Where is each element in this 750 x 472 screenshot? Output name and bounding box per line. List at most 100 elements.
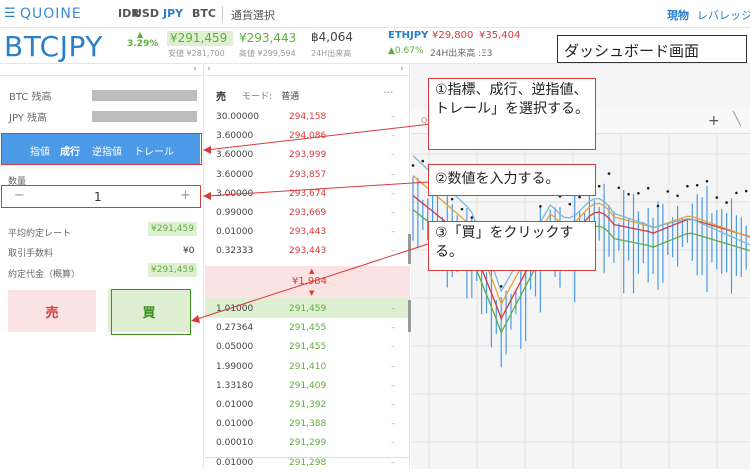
total-value: ¥291,459 — [148, 263, 197, 277]
order-quantity: 0.32333 — [216, 246, 254, 257]
order-row[interactable]: 1.99000 291,410 – — [205, 358, 410, 376]
currency-tab-jpy[interactable]: JPY — [163, 7, 183, 20]
order-depth: – — [391, 438, 396, 449]
highlight-order-tabs — [1, 133, 202, 165]
sar-dot — [607, 172, 611, 175]
annotation-step-2: ②数値を入力する。 — [428, 164, 596, 196]
order-quantity: 0.01000 — [216, 227, 254, 238]
order-depth: – — [391, 169, 396, 180]
order-depth: – — [391, 323, 396, 334]
avg-rate-value: ¥291,459 — [148, 222, 197, 236]
sar-dot — [460, 207, 464, 211]
order-depth: – — [391, 304, 396, 314]
up-triangle-icon: ▲ — [137, 30, 144, 39]
order-depth: – — [391, 342, 396, 353]
order-quantity: 0.01000 — [216, 419, 254, 430]
sar-dot — [627, 192, 630, 196]
order-price: 294,086 — [289, 131, 327, 142]
order-price: 293,443 — [289, 227, 327, 238]
hamburger-icon[interactable]: ☰ — [4, 6, 16, 21]
add-indicator-button[interactable]: + — [708, 113, 720, 129]
up-arrow-icon: ▲ — [309, 267, 315, 275]
panel-header: ‹ › — [205, 64, 410, 76]
eth-price-1: ¥29,800 — [432, 30, 474, 41]
sar-dot — [597, 184, 601, 188]
divider — [222, 6, 223, 22]
sar-dot — [637, 192, 640, 195]
spot-tab[interactable]: 現物 — [667, 7, 689, 23]
order-price: 291,409 — [289, 380, 327, 391]
sell-button[interactable]: 売 — [8, 290, 96, 332]
quoine-logo: QUOINE — [20, 6, 82, 22]
order-row[interactable]: 30.00000 294,158 – — [205, 108, 410, 126]
sar-dot — [450, 197, 454, 201]
sar-dot — [725, 201, 728, 204]
mode-selector[interactable]: モード: 普通 — [242, 89, 299, 102]
currency-select-button[interactable]: 通貨選択 — [231, 7, 275, 23]
annotation-step-3: ③「買」をクリックする。 — [428, 221, 596, 271]
order-price: 291,388 — [289, 419, 327, 430]
order-row[interactable]: 3.60000 294,086 – — [205, 127, 410, 145]
order-row[interactable]: 3.60000 293,857 – — [205, 166, 410, 184]
spread-row: ▲ ¥1,984 ▼ — [205, 266, 410, 298]
order-price: 294,158 — [289, 112, 327, 122]
order-row[interactable]: 0.05000 291,455 – — [205, 338, 410, 356]
sar-dot — [646, 186, 650, 190]
order-depth: – — [391, 188, 396, 199]
eth-change: ▲0.67% — [388, 46, 424, 56]
order-depth: – — [391, 112, 396, 122]
order-row[interactable]: 0.01000 291,388 – — [205, 415, 410, 433]
order-book-title: 売 — [216, 92, 226, 103]
jpy-balance-redacted — [92, 111, 197, 122]
order-depth: – — [391, 361, 396, 372]
order-quantity: 3.00000 — [216, 188, 254, 199]
order-price: 291,410 — [289, 361, 327, 372]
sar-dot — [744, 189, 748, 193]
sar-dot — [666, 190, 670, 193]
dashboard-caption: ダッシュボード画面 — [557, 35, 747, 63]
eth-pair[interactable]: ETHJPY — [388, 30, 428, 41]
order-row[interactable]: 0.01000 291,392 – — [205, 396, 410, 414]
more-icon[interactable]: ··· — [383, 86, 394, 99]
order-row[interactable]: 3.00000 293,674 – — [205, 185, 410, 203]
eth-price-2: ¥35,404 — [479, 30, 521, 41]
order-price: 293,669 — [289, 208, 327, 218]
low-price: 安値 ¥281,700 — [168, 49, 225, 58]
order-price: 293,999 — [289, 150, 327, 161]
chevron-left-icon[interactable]: ‹ — [207, 64, 211, 74]
sar-dot — [695, 183, 699, 187]
sar-dot — [617, 186, 621, 190]
sar-dot — [705, 180, 709, 183]
order-price: 293,857 — [289, 169, 327, 180]
order-depth: – — [391, 150, 396, 161]
order-row[interactable]: 1.33180 291,409 – — [205, 377, 410, 395]
order-row[interactable]: 0.01000 293,443 – — [205, 223, 410, 241]
fee-value: ¥0 — [183, 246, 195, 256]
order-row[interactable]: 3.60000 293,999 – — [205, 146, 410, 164]
order-depth: – — [391, 227, 396, 238]
sar-dot — [715, 196, 719, 199]
order-depth: – — [391, 400, 396, 410]
chevron-right-icon[interactable]: › — [400, 64, 404, 74]
order-row[interactable]: 0.99000 293,669 – — [205, 204, 410, 222]
leverage-tab[interactable]: レバレッジ — [697, 7, 750, 23]
order-quantity: 0.05000 — [216, 342, 254, 353]
order-row[interactable]: 0.27364 291,455 – — [205, 319, 410, 337]
order-quantity: 0.99000 — [216, 208, 254, 218]
order-depth: – — [391, 419, 396, 430]
sar-dot — [470, 216, 474, 219]
pair-title[interactable]: BTCJPY — [4, 30, 103, 63]
draw-line-icon[interactable]: ╲ — [733, 112, 741, 127]
high-price: ¥293,443 — [239, 31, 297, 45]
order-row[interactable]: 0.32333 293,443 – — [205, 242, 410, 260]
order-price: 291,459 — [289, 304, 327, 314]
fee-label: 取引手数料 — [8, 249, 54, 259]
order-row[interactable]: 1.01000 291,459 – — [205, 300, 410, 318]
total-label: 約定代金（概算） — [8, 270, 81, 280]
volume: ฿4,064 — [311, 30, 353, 44]
order-price: 291,392 — [289, 400, 327, 410]
chevron-right-icon[interactable]: › — [193, 64, 197, 74]
currency-tab-btc[interactable]: BTC — [192, 7, 216, 20]
order-row[interactable]: 0.00010 291,299 – — [205, 434, 410, 452]
currency-tab-usd[interactable]: USD — [133, 7, 159, 20]
